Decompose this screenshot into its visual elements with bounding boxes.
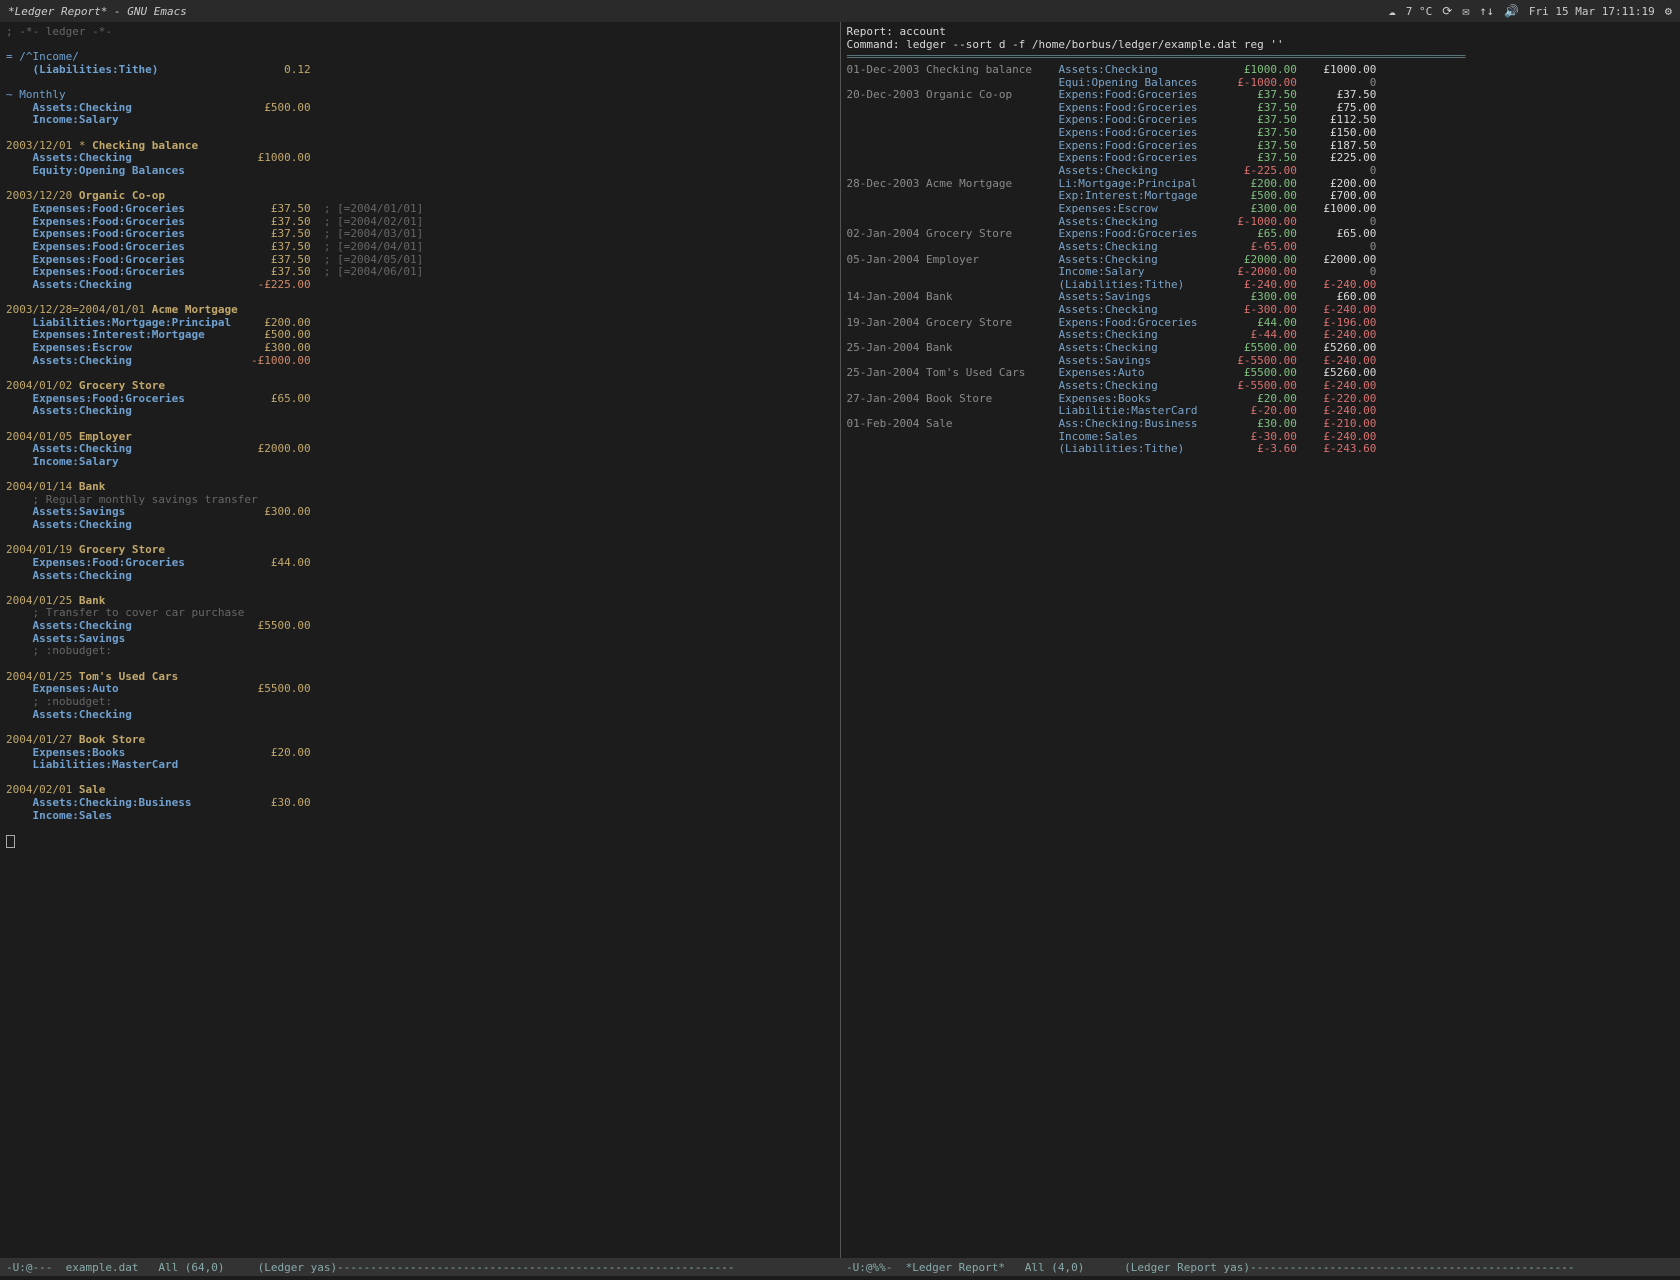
workspace: ; -*- ledger -*- = /^Income/ (Liabilitie… — [0, 22, 1680, 1258]
ledger-report-buffer[interactable]: Report: account Command: ledger --sort d… — [840, 22, 1680, 1258]
modeline-right: -U:@%%- *Ledger Report* All (4,0) (Ledge… — [840, 1261, 1680, 1274]
window-title: *Ledger Report* - GNU Emacs — [8, 5, 187, 18]
system-tray: ☁ 7 °C ⟳ ✉ ↑↓ 🔊 Fri 15 Mar 17:11:19 ⚙ — [1388, 4, 1672, 18]
ledger-source-buffer[interactable]: ; -*- ledger -*- = /^Income/ (Liabilitie… — [0, 22, 840, 1258]
weather-icon: ☁ — [1388, 4, 1395, 18]
modeline-left: -U:@--- example.dat All (64,0) (Ledger y… — [0, 1261, 840, 1274]
titlebar: *Ledger Report* - GNU Emacs ☁ 7 °C ⟳ ✉ ↑… — [0, 0, 1680, 22]
volume-icon[interactable]: 🔊 — [1504, 4, 1519, 18]
settings-icon[interactable]: ⚙ — [1665, 4, 1672, 18]
mail-icon[interactable]: ✉ — [1462, 4, 1469, 18]
network-icon[interactable]: ↑↓ — [1480, 4, 1494, 18]
echo-area — [0, 1276, 1680, 1280]
refresh-icon[interactable]: ⟳ — [1442, 4, 1452, 18]
clock: Fri 15 Mar 17:11:19 — [1529, 5, 1655, 18]
modeline-row: -U:@--- example.dat All (64,0) (Ledger y… — [0, 1258, 1680, 1276]
weather-text: 7 °C — [1406, 5, 1433, 18]
